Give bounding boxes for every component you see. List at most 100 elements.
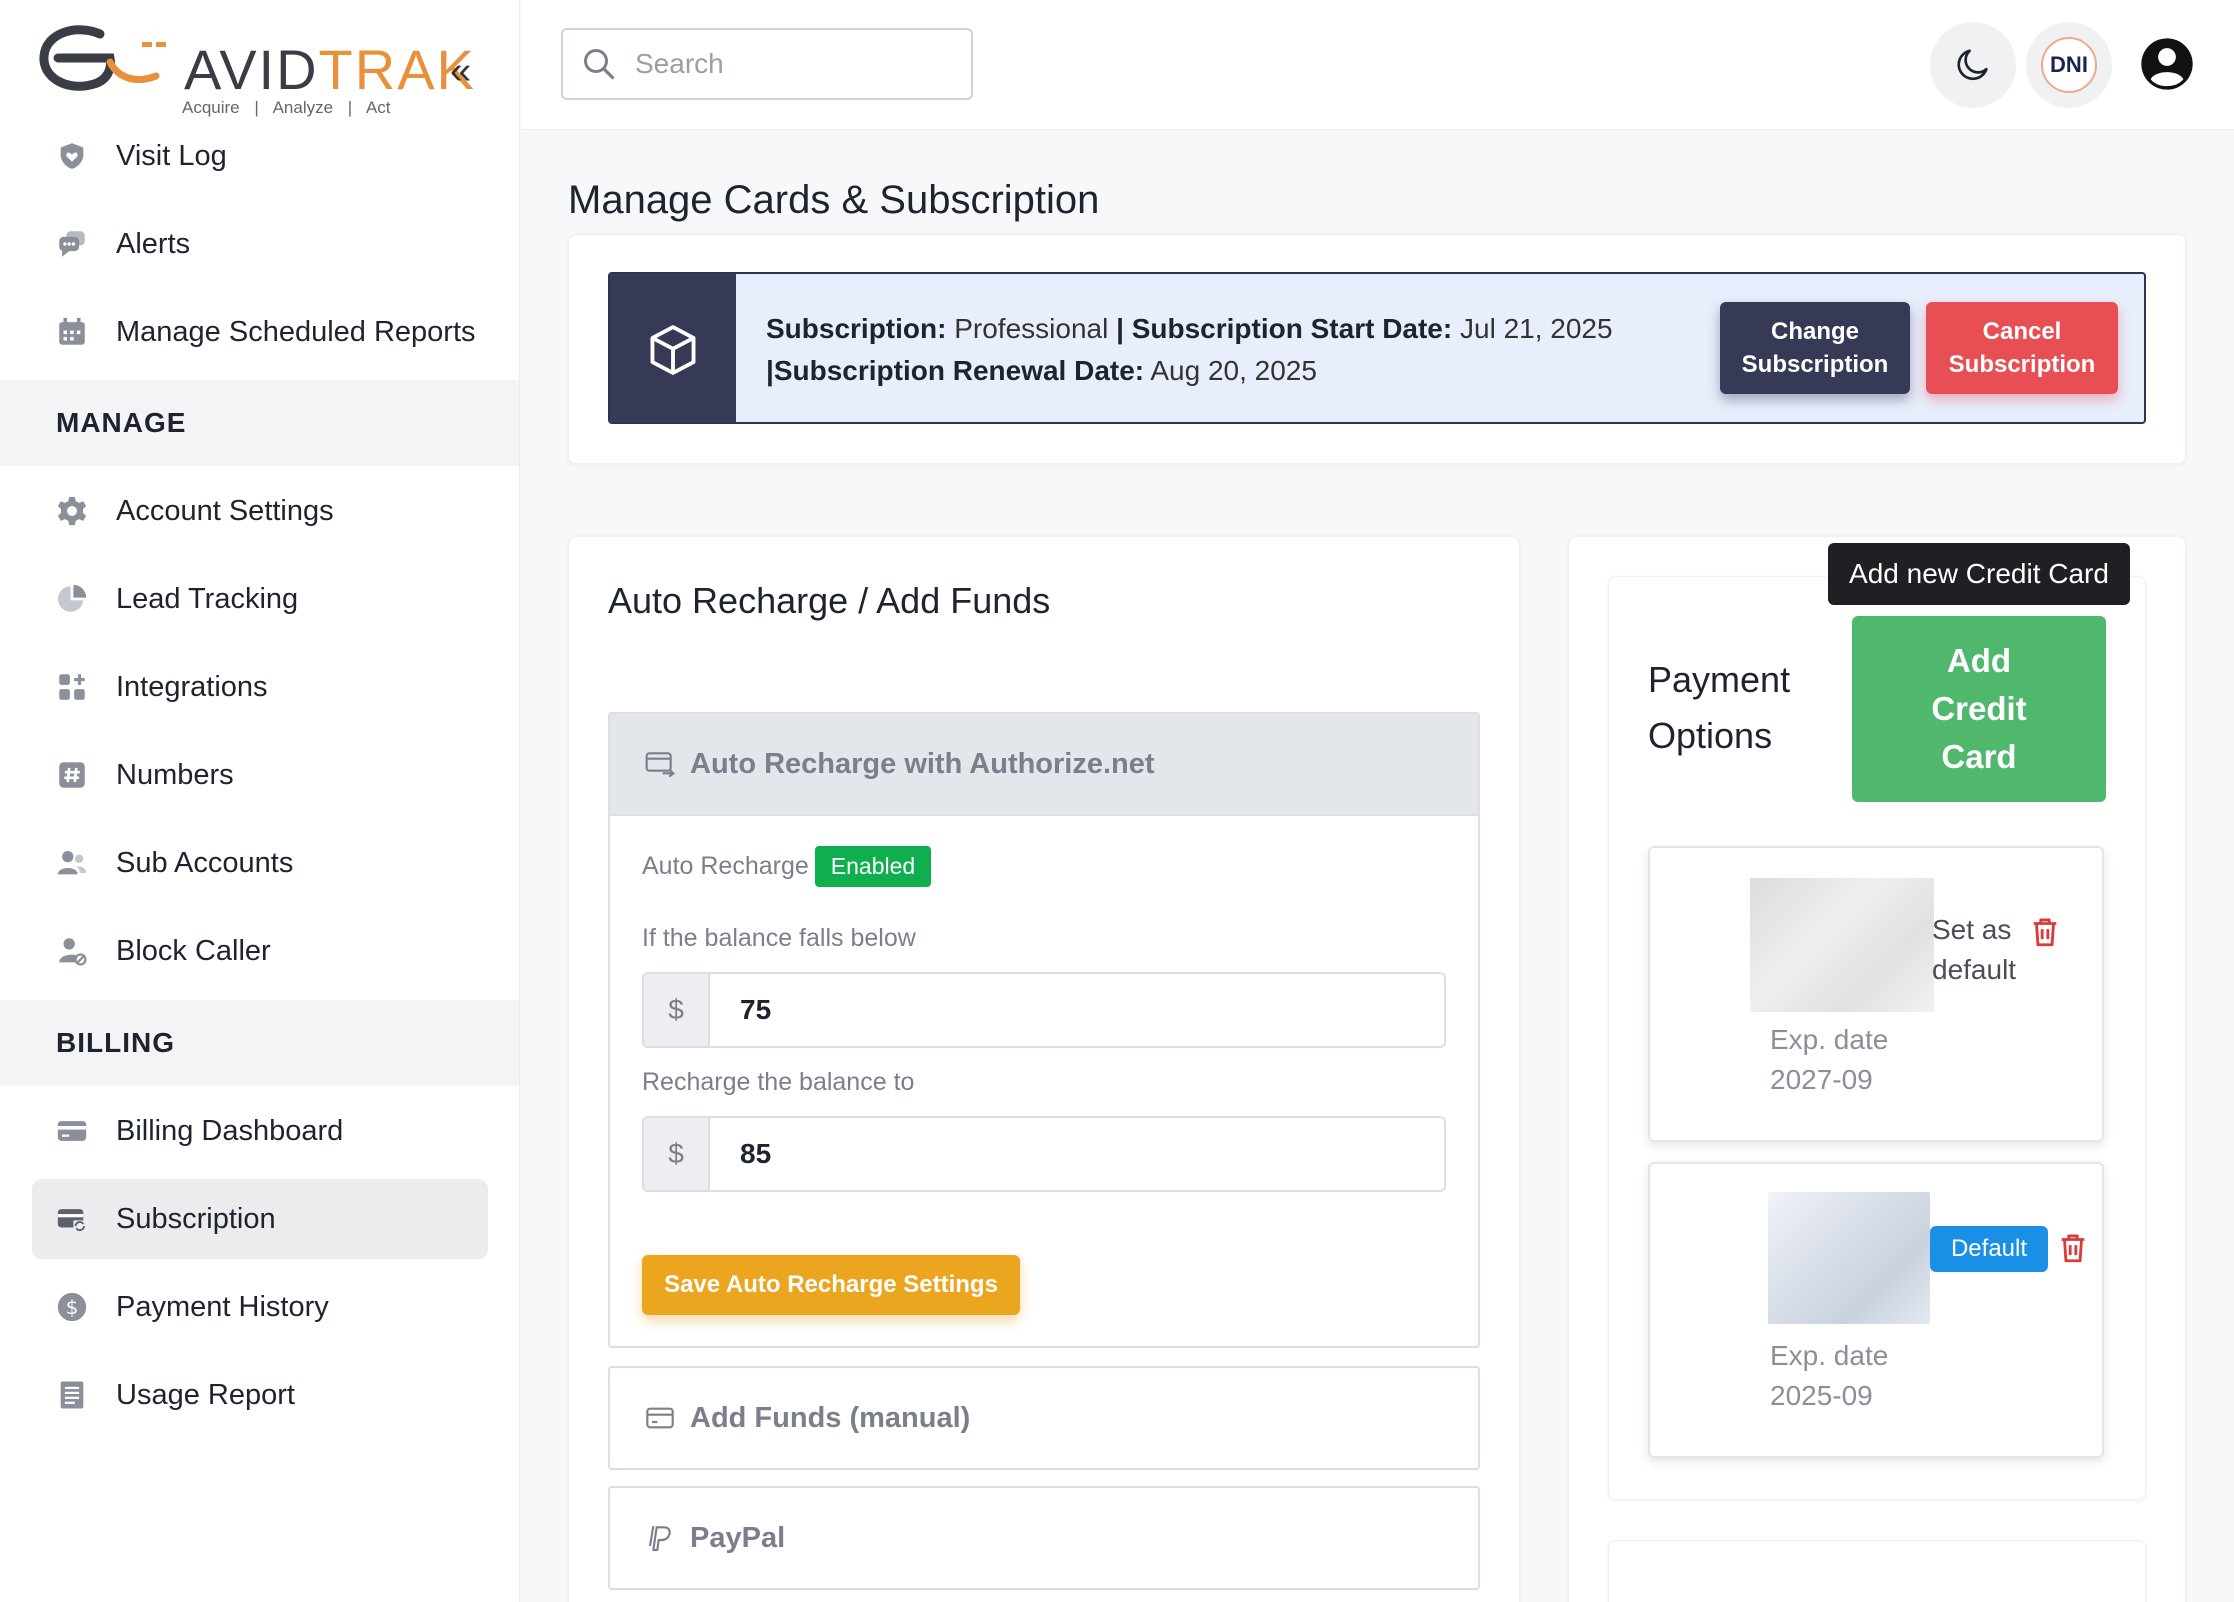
- user-profile-icon[interactable]: [2139, 36, 2195, 92]
- sidebar-item-block-caller[interactable]: Block Caller: [32, 911, 488, 991]
- dni-button[interactable]: DNI: [2026, 22, 2112, 108]
- gear-icon: [54, 493, 90, 529]
- sidebar-item-label: Usage Report: [116, 1378, 295, 1411]
- logo-mark-icon: [39, 25, 166, 91]
- sidebar-item-sub-accounts[interactable]: Sub Accounts: [32, 823, 488, 903]
- sidebar-item-usage-report[interactable]: Usage Report: [32, 1355, 488, 1435]
- users-icon: [54, 845, 90, 881]
- sidebar-item-label: Block Caller: [116, 934, 271, 967]
- card-expiry: Exp. date 2025-09: [1770, 1340, 1889, 1411]
- box-icon: [610, 274, 736, 422]
- grid-plus-icon: [54, 669, 90, 705]
- threshold-input[interactable]: [710, 974, 1444, 1046]
- credit-card-icon: [646, 1407, 674, 1429]
- saved-card-default: Default Exp. date 2025-09: [1648, 1162, 2104, 1458]
- sidebar-item-label: Alerts: [116, 227, 191, 260]
- sidebar-item-alerts[interactable]: Alerts: [32, 204, 488, 284]
- payment-history-card: [1608, 1540, 2146, 1602]
- dollar-circle-icon: $: [54, 1289, 90, 1325]
- brand-name: AVIDTRAK: [184, 38, 476, 101]
- sidebar-item-label: Sub Accounts: [116, 846, 294, 879]
- trash-icon[interactable]: [2028, 914, 2062, 950]
- auto-recharge-status-label: Auto Recharge: [642, 852, 809, 880]
- dni-badge: DNI: [2041, 37, 2097, 93]
- threshold-label: If the balance falls below: [642, 924, 916, 952]
- user-block-icon: [54, 933, 90, 969]
- plan-value: Professional: [954, 313, 1109, 344]
- theme-toggle-button[interactable]: [1930, 22, 2016, 108]
- card-brand-image: [1750, 878, 1934, 1012]
- plan-label: Subscription:: [766, 313, 947, 344]
- sidebar-item-lead-tracking[interactable]: Lead Tracking: [32, 559, 488, 639]
- recharge-label: Recharge the balance to: [642, 1068, 915, 1096]
- subscription-details: Subscription: Professional | Subscriptio…: [766, 308, 1613, 392]
- renewal-date-value: Aug 20, 2025: [1150, 355, 1317, 386]
- section-heading-billing: BILLING: [0, 1000, 519, 1086]
- sidebar-item-subscription[interactable]: Subscription: [32, 1179, 488, 1259]
- threshold-input-group: $: [642, 972, 1446, 1048]
- start-date-label: | Subscription Start Date:: [1116, 313, 1453, 344]
- search-input[interactable]: [635, 48, 955, 80]
- default-badge: Default: [1930, 1226, 2048, 1272]
- subscription-banner: Subscription: Professional | Subscriptio…: [608, 272, 2146, 424]
- start-date-value: Jul 21, 2025: [1460, 313, 1613, 344]
- credit-card-icon: [54, 1113, 90, 1149]
- brand-logo[interactable]: AVIDTRAK Acquire | Analyze | Act: [38, 22, 474, 126]
- sidebar-item-numbers[interactable]: Numbers: [32, 735, 488, 815]
- add-credit-card-button[interactable]: Add Credit Card: [1852, 616, 2106, 802]
- search-box[interactable]: [561, 28, 973, 100]
- moon-icon: [1957, 49, 1988, 81]
- set-default-link[interactable]: Set as default: [1932, 910, 2016, 990]
- svg-text:$: $: [66, 1296, 79, 1319]
- chevrons-left-icon[interactable]: «: [450, 52, 471, 90]
- sidebar-item-label: Numbers: [116, 758, 234, 791]
- sidebar-item-label: Integrations: [116, 670, 268, 703]
- currency-addon: $: [644, 974, 710, 1046]
- recharge-input-group: $: [642, 1116, 1446, 1192]
- document-list-icon: [54, 1377, 90, 1413]
- sidebar-item-label: Visit Log: [116, 139, 227, 172]
- add-funds-panel[interactable]: Add Funds (manual): [608, 1366, 1480, 1470]
- card-transfer-icon: [645, 752, 675, 778]
- sidebar-item-label: Subscription: [116, 1202, 276, 1235]
- trash-icon[interactable]: [2056, 1230, 2090, 1266]
- saved-card: Set as default Exp. date 2027-09: [1648, 846, 2104, 1142]
- payment-options-title: Payment Options: [1648, 659, 1791, 756]
- page-title: Manage Cards & Subscription: [568, 178, 1100, 222]
- sidebar-item-scheduled-reports[interactable]: Manage Scheduled Reports: [32, 292, 488, 372]
- auto-recharge-title: Auto Recharge / Add Funds: [608, 580, 1051, 621]
- recharge-input[interactable]: [710, 1118, 1444, 1190]
- sidebar-item-label: Lead Tracking: [116, 582, 299, 615]
- authorize-net-header[interactable]: Auto Recharge with Authorize.net: [610, 714, 1478, 816]
- topbar: DNI: [521, 0, 2234, 130]
- calendar-icon: [54, 314, 90, 350]
- sidebar-item-label: Manage Scheduled Reports: [116, 315, 476, 348]
- currency-addon: $: [644, 1118, 710, 1190]
- search-icon: [584, 49, 615, 80]
- sidebar-item-label: Payment History: [116, 1290, 329, 1323]
- pie-chart-icon: [54, 581, 90, 617]
- card-expiry: Exp. date 2027-09: [1770, 1024, 1889, 1095]
- auto-recharge-status: Auto Recharge Enabled: [642, 846, 932, 887]
- section-heading-manage: MANAGE: [0, 380, 519, 466]
- save-auto-recharge-button[interactable]: Save Auto Recharge Settings: [642, 1255, 1020, 1315]
- sidebar-item-account-settings[interactable]: Account Settings: [32, 471, 488, 551]
- sidebar-item-payment-history[interactable]: $ Payment History: [32, 1267, 488, 1347]
- sidebar-item-label: Billing Dashboard: [116, 1114, 344, 1147]
- sidebar: AVIDTRAK Acquire | Analyze | Act « Visit…: [0, 0, 520, 1602]
- chat-bubbles-icon: [54, 226, 90, 262]
- enabled-badge: Enabled: [814, 846, 932, 887]
- cancel-subscription-button[interactable]: Cancel Subscription: [1926, 302, 2118, 394]
- card-refresh-icon: [54, 1201, 90, 1237]
- card-brand-image: [1768, 1192, 1930, 1324]
- sidebar-item-integrations[interactable]: Integrations: [32, 647, 488, 727]
- sidebar-item-label: Account Settings: [116, 494, 334, 527]
- change-subscription-button[interactable]: Change Subscription: [1720, 302, 1910, 394]
- add-funds-header[interactable]: Add Funds (manual): [610, 1368, 1478, 1468]
- paypal-icon: [648, 1525, 671, 1552]
- sidebar-item-visit-log[interactable]: Visit Log: [32, 116, 488, 196]
- heart-shield-icon: [54, 138, 90, 174]
- sidebar-item-billing-dashboard[interactable]: Billing Dashboard: [32, 1091, 488, 1171]
- paypal-panel[interactable]: PayPal: [608, 1486, 1480, 1590]
- paypal-header[interactable]: PayPal: [610, 1488, 1478, 1588]
